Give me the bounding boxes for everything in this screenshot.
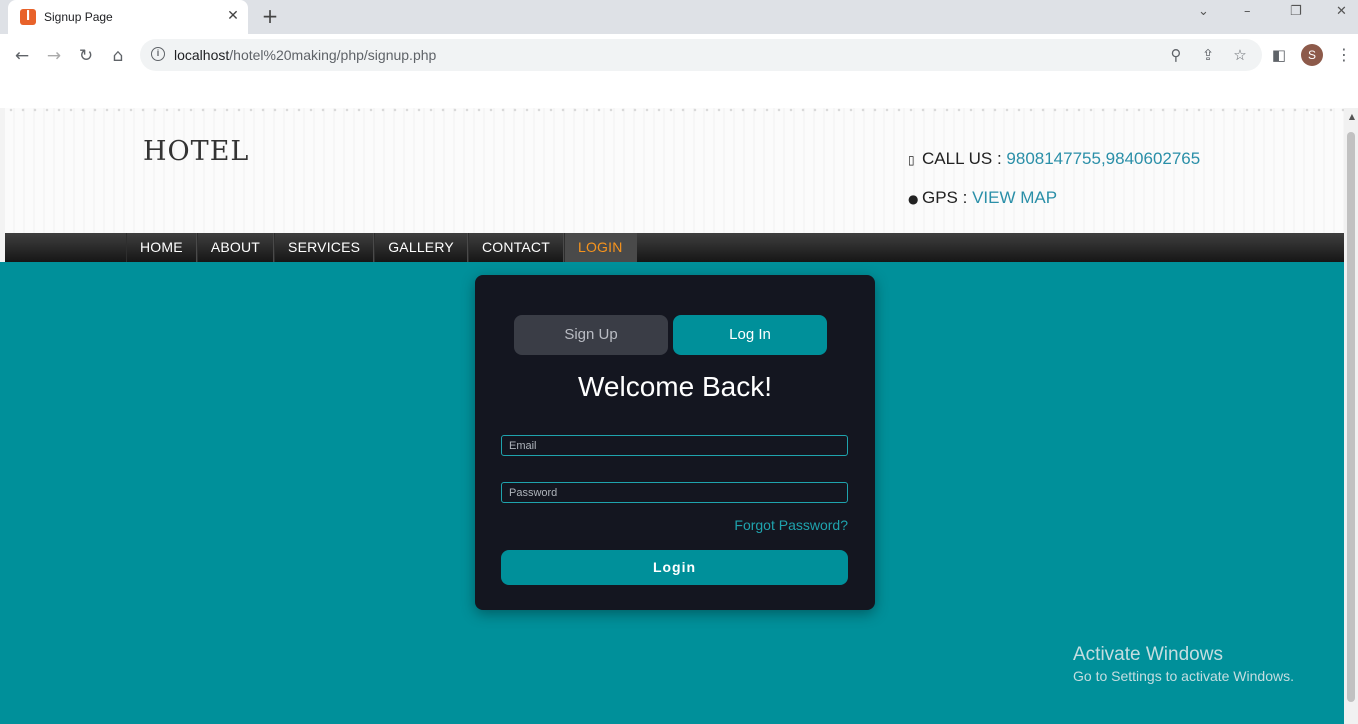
new-tab-button[interactable]: + xyxy=(258,4,282,28)
bookmark-star-icon[interactable]: ☆ xyxy=(1229,44,1251,66)
password-field[interactable] xyxy=(501,482,848,503)
nav-item-contact[interactable]: CONTACT xyxy=(467,233,564,262)
minimize-icon[interactable]: – xyxy=(1244,4,1251,19)
page-viewport: HOTEL ▯ CALL US : 9808147755,9840602765 ●… xyxy=(0,108,1358,724)
login-submit-button[interactable]: Login xyxy=(501,550,848,585)
scroll-up-icon[interactable]: ▲ xyxy=(1349,112,1355,121)
scroll-thumb[interactable] xyxy=(1347,132,1355,702)
call-us-numbers[interactable]: 9808147755,9840602765 xyxy=(1006,149,1200,168)
nav-item-about[interactable]: ABOUT xyxy=(196,233,275,262)
url-path: /hotel%20making/php/signup.php xyxy=(229,47,437,63)
share-icon[interactable]: ⇪ xyxy=(1197,44,1219,66)
xampp-favicon-icon: ꟾ xyxy=(20,9,36,25)
signup-tab-button[interactable]: Sign Up xyxy=(514,315,668,355)
forward-icon[interactable]: → xyxy=(42,44,66,68)
main-nav: HOME ABOUT SERVICES GALLERY CONTACT LOGI… xyxy=(5,233,1344,262)
nav-item-home[interactable]: HOME xyxy=(126,233,197,262)
activate-windows-title: Activate Windows xyxy=(1073,644,1223,665)
home-icon[interactable]: ⌂ xyxy=(106,44,130,68)
forgot-password-link[interactable]: Forgot Password? xyxy=(734,517,848,533)
gps-label: GPS : xyxy=(922,188,973,207)
login-tab-button[interactable]: Log In xyxy=(673,315,827,355)
menu-dots-icon[interactable]: ⋮ xyxy=(1336,44,1352,66)
call-us-line: ▯ CALL US : 9808147755,9840602765 xyxy=(908,149,1200,169)
nav-item-gallery[interactable]: GALLERY xyxy=(374,233,468,262)
site-info-icon[interactable]: i xyxy=(151,47,165,61)
welcome-heading: Welcome Back! xyxy=(578,371,772,402)
tab-close-icon[interactable]: ✕ xyxy=(224,7,242,25)
tab-search-chevron-icon[interactable]: ⌄ xyxy=(1198,4,1209,19)
window-close-icon[interactable]: ✕ xyxy=(1336,4,1347,19)
zoom-icon[interactable]: ⚲ xyxy=(1165,44,1187,66)
url-host: localhost xyxy=(174,47,230,63)
browser-tab[interactable]: ꟾ Signup Page ✕ xyxy=(8,0,248,34)
side-panel-icon[interactable]: ◧ xyxy=(1268,44,1290,66)
profile-avatar[interactable]: S xyxy=(1301,44,1323,66)
gps-line: ● GPS : VIEW MAP xyxy=(908,188,1057,208)
login-card: Sign Up Log In Welcome Back! Forgot Pass… xyxy=(475,275,875,610)
call-us-label: CALL US : xyxy=(922,149,1007,168)
map-pin-icon: ● xyxy=(908,192,919,206)
tab-title: Signup Page xyxy=(44,10,113,24)
view-map-link[interactable]: VIEW MAP xyxy=(972,188,1057,207)
nav-item-services[interactable]: SERVICES xyxy=(274,233,375,262)
activate-windows-subtitle: Go to Settings to activate Windows. xyxy=(1073,668,1294,684)
header-dotted-edge xyxy=(5,108,1344,112)
reload-icon[interactable]: ↻ xyxy=(74,44,98,68)
browser-tab-strip: ꟾ Signup Page ✕ + ⌄ – ❐ ✕ xyxy=(0,0,1358,34)
restore-icon[interactable]: ❐ xyxy=(1290,4,1302,19)
page-scrollbar[interactable]: ▲ xyxy=(1344,108,1358,724)
nav-item-login[interactable]: LOGIN xyxy=(563,233,637,262)
nav-items: HOME ABOUT SERVICES GALLERY CONTACT LOGI… xyxy=(126,233,637,262)
url-text[interactable]: localhost/hotel%20making/php/signup.php xyxy=(174,47,436,63)
site-header xyxy=(5,108,1344,233)
phone-icon: ▯ xyxy=(908,153,915,167)
email-field[interactable] xyxy=(501,435,848,456)
site-logo[interactable]: HOTEL xyxy=(143,136,249,167)
back-icon[interactable]: ← xyxy=(10,44,34,68)
